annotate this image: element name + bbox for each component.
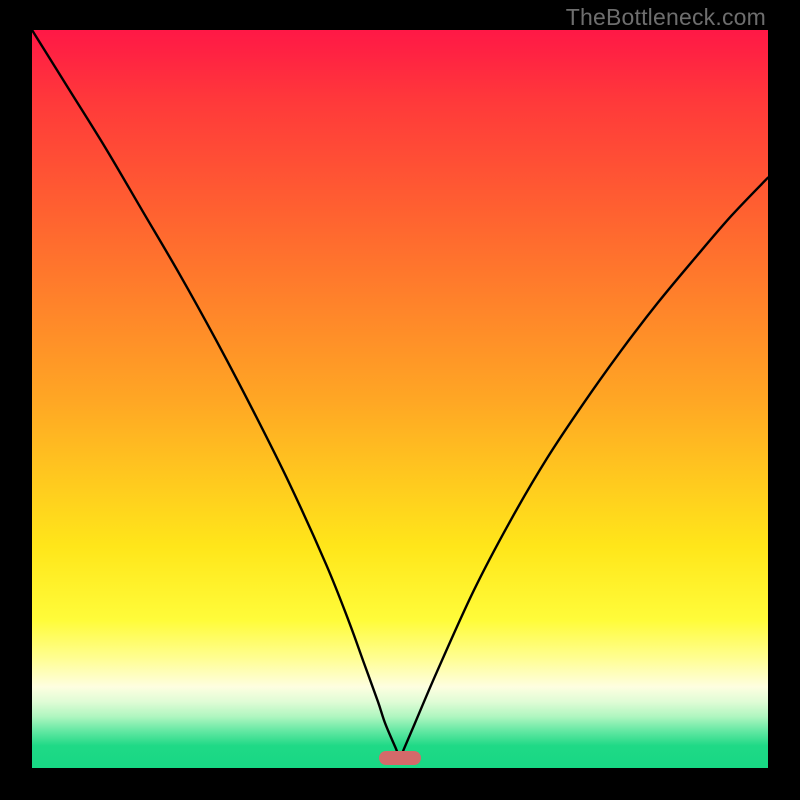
bottleneck-curve-path [32, 30, 768, 758]
chart-frame: TheBottleneck.com [0, 0, 800, 800]
plot-area [32, 30, 768, 768]
watermark-text: TheBottleneck.com [566, 4, 766, 31]
sweet-spot-marker [379, 751, 421, 765]
curve-svg [32, 30, 768, 768]
